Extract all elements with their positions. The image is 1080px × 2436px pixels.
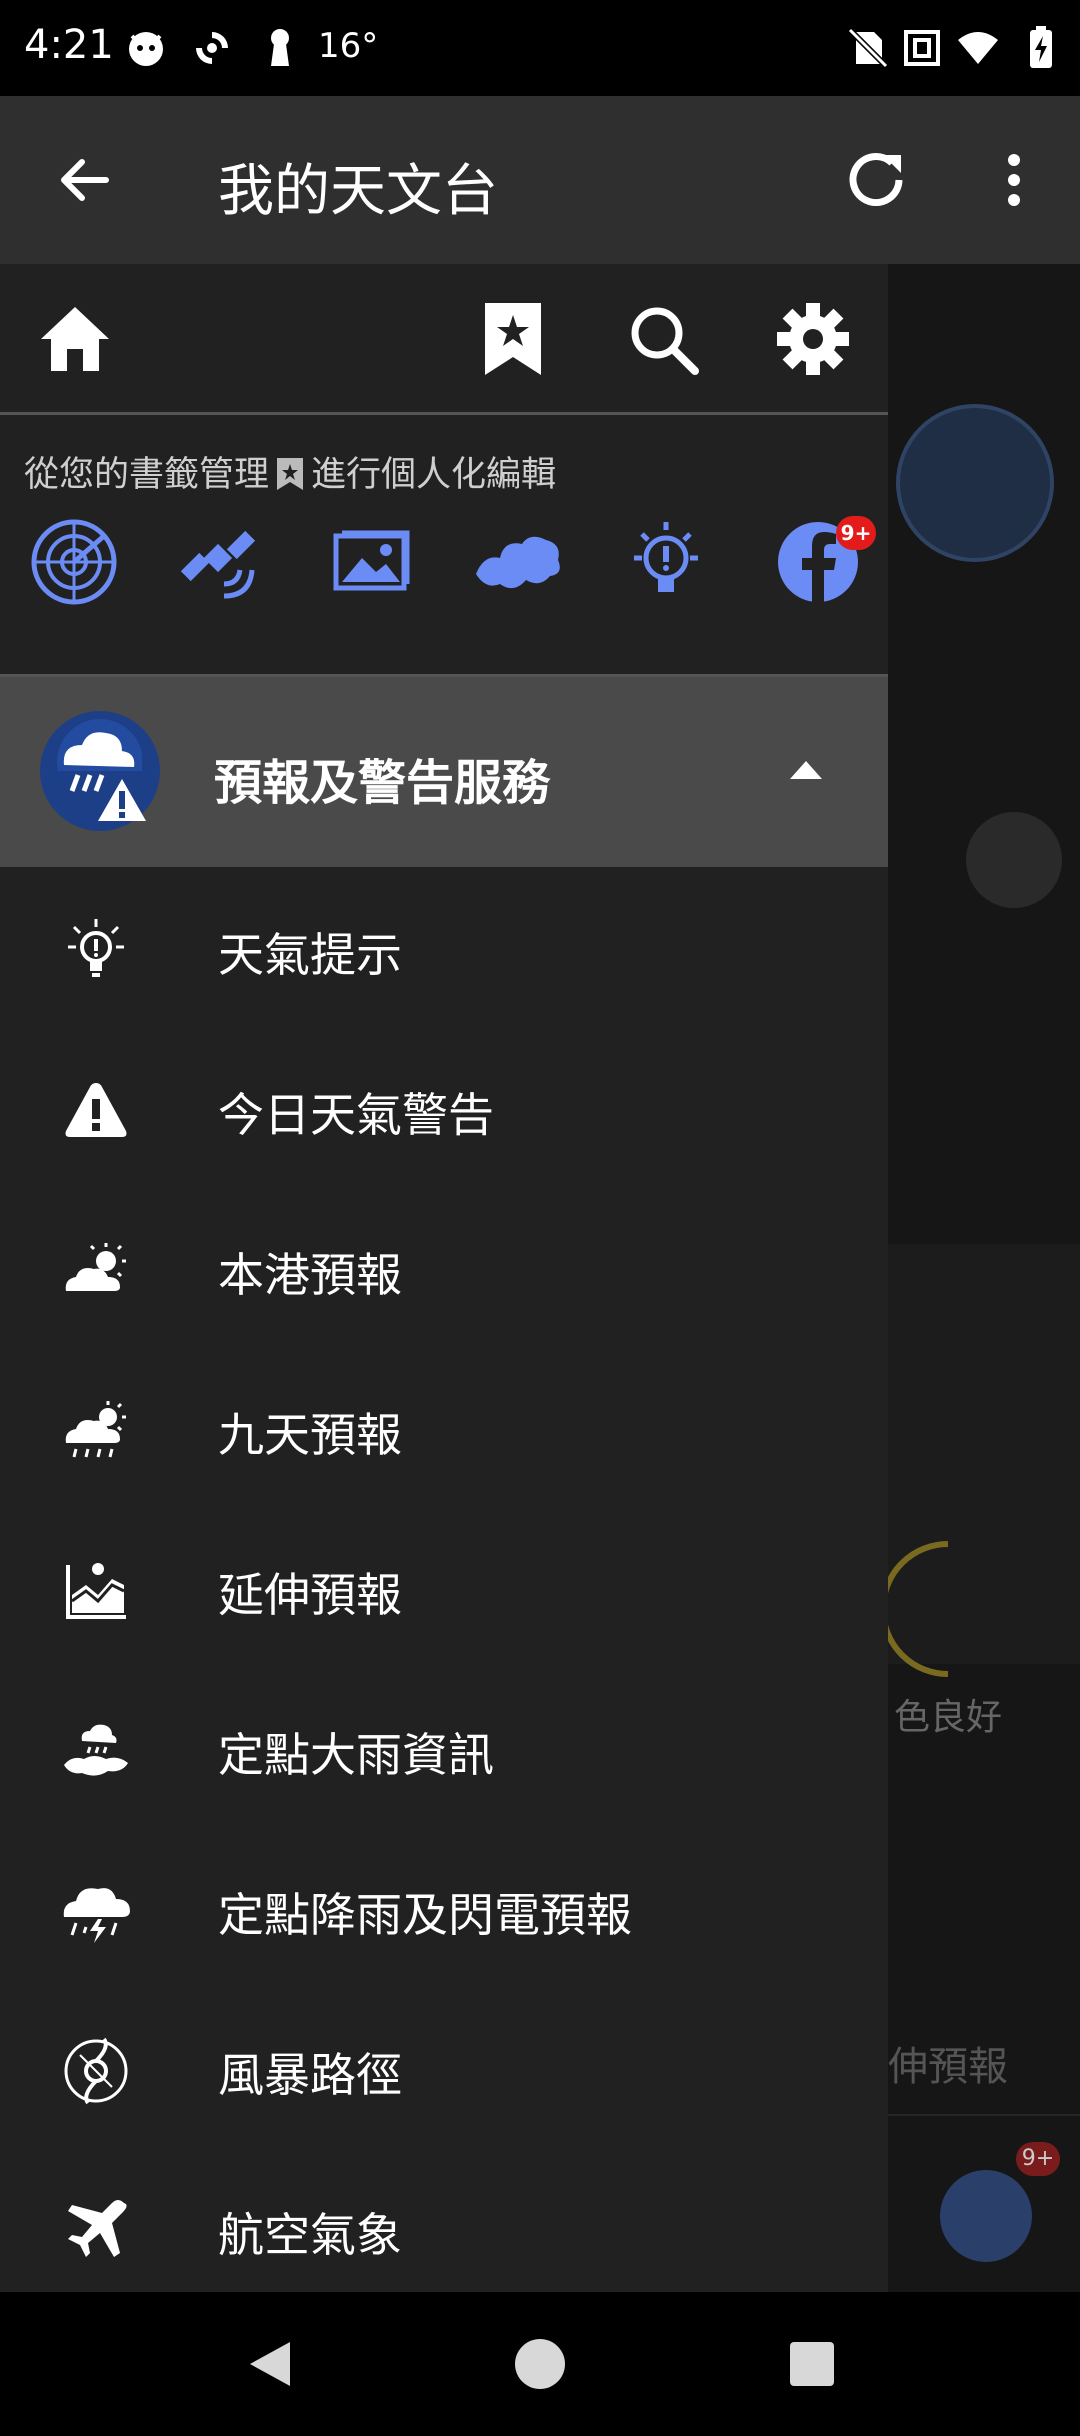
- bg-text-forecast: 伸預報: [888, 2044, 1008, 2090]
- settings-button[interactable]: [768, 294, 858, 384]
- menu-item-label: 天氣提示: [218, 928, 402, 982]
- hint-text-before: 從您的書籤管理: [24, 455, 270, 495]
- sync-icon: [196, 32, 228, 64]
- airplane-icon: [68, 2200, 127, 2257]
- menu-item-nine-day-forecast[interactable]: 九天預報: [0, 1347, 888, 1507]
- shortcut-row: [0, 514, 888, 624]
- thunder-cloud-icon: [63, 1888, 130, 1943]
- arrow-left-icon: [61, 159, 109, 201]
- status-bar: 4:21 16°: [0, 0, 1080, 96]
- gear-icon: [777, 303, 849, 375]
- bg-divider: [888, 2114, 1080, 2116]
- more-options-button[interactable]: [980, 136, 1048, 224]
- bg-text-visibility: 色良好: [894, 1697, 1003, 1738]
- battery-icon: [1030, 26, 1052, 68]
- bookmark-button[interactable]: [468, 294, 558, 384]
- status-time: 4:21: [24, 22, 114, 68]
- menu-item-label: 今日天氣警告: [218, 1088, 494, 1142]
- background-content: 色良好 伸預報 9+: [888, 264, 1080, 2292]
- refresh-icon: [849, 153, 903, 207]
- search-icon: [631, 307, 699, 375]
- bookmark-hint: 從您的書籤管理 進行個人化編輯: [24, 446, 556, 497]
- forecast-warning-section-header[interactable]: 預報及警告服務: [0, 677, 888, 867]
- keyhole-icon: [271, 29, 289, 66]
- extended-chart-icon: [66, 1563, 126, 1619]
- section-title: 預報及警告服務: [214, 755, 551, 811]
- external-link-button: [966, 812, 1062, 908]
- cat-icon: [129, 32, 163, 66]
- menu-item-label: 定點大雨資訊: [218, 1728, 494, 1782]
- menu-item-heavy-rain-info[interactable]: 定點大雨資訊: [0, 1667, 888, 1827]
- sun-cloud-icon: [65, 1243, 126, 1291]
- nfc-icon: [904, 30, 940, 66]
- wifi-icon: [958, 32, 998, 64]
- app-bar: 我的天文台: [0, 96, 1080, 264]
- menu-item-aviation-weather[interactable]: 航空氣象: [0, 2147, 888, 2307]
- recents-nav-icon[interactable]: [788, 2340, 836, 2388]
- warning-icon: [65, 1083, 127, 1137]
- refresh-button[interactable]: [832, 136, 920, 224]
- menu-item-label: 延伸預報: [218, 1568, 402, 1622]
- back-nav-icon[interactable]: [244, 2338, 296, 2390]
- rain-sun-icon: [65, 1401, 126, 1458]
- radar-icon[interactable]: [26, 514, 122, 610]
- menu-item-label: 定點降雨及閃電預報: [218, 1888, 632, 1942]
- moon-icon: [888, 1541, 949, 1677]
- home-button[interactable]: [30, 294, 120, 384]
- bulb-icon: [68, 919, 124, 977]
- gba-weather-logo: [896, 404, 1054, 562]
- menu-item-label: 航空氣象: [218, 2208, 402, 2262]
- satellite-icon[interactable]: [170, 514, 266, 610]
- navigation-drawer: 從您的書籤管理 進行個人化編輯 9+ 預報及警告服務 天氣提示 今日天氣警告 本港…: [0, 264, 888, 2292]
- bg-facebook-badge: 9+: [1016, 2142, 1060, 2176]
- bg-facebook-icon: [940, 2170, 1032, 2262]
- menu-item-extended-outlook[interactable]: 延伸預報: [0, 1507, 888, 1667]
- bookmark-star-icon: [277, 458, 304, 490]
- back-button[interactable]: [42, 138, 126, 222]
- weather-tips-bulb-icon[interactable]: [618, 514, 714, 610]
- menu-item-rain-lightning-forecast[interactable]: 定點降雨及閃電預報: [0, 1827, 888, 1987]
- search-button[interactable]: [618, 294, 708, 384]
- bookmark-star-icon: [485, 303, 541, 375]
- menu-item-label: 本港預報: [218, 1248, 402, 1302]
- menu-item-storm-track[interactable]: 風暴路徑: [0, 1987, 888, 2147]
- heavy-rain-map-icon: [64, 1724, 128, 1776]
- menu-item-weather-tips[interactable]: 天氣提示: [0, 867, 888, 1027]
- forecast-warning-icon: [40, 711, 160, 831]
- hong-kong-map-icon[interactable]: [470, 514, 566, 610]
- home-nav-icon[interactable]: [514, 2338, 566, 2390]
- hint-text-after: 進行個人化編輯: [311, 455, 557, 495]
- collapse-caret-icon: [790, 761, 822, 779]
- menu-item-label: 風暴路徑: [218, 2048, 402, 2102]
- no-sim-icon: [847, 27, 889, 69]
- status-temperature: 16°: [318, 26, 379, 66]
- drawer-toolbar: [0, 264, 888, 415]
- menu-item-label: 九天預報: [218, 1408, 402, 1462]
- facebook-notification-badge: 9+: [836, 516, 876, 550]
- home-icon: [41, 307, 109, 371]
- more-vert-icon: [1008, 154, 1020, 206]
- image-gallery-icon[interactable]: [322, 514, 418, 610]
- page-title: 我的天文台: [218, 159, 498, 224]
- system-navigation-bar: [0, 2292, 1080, 2436]
- typhoon-icon: [64, 2037, 128, 2105]
- menu-item-local-forecast[interactable]: 本港預報: [0, 1187, 888, 1347]
- menu-item-weather-warnings[interactable]: 今日天氣警告: [0, 1027, 888, 1187]
